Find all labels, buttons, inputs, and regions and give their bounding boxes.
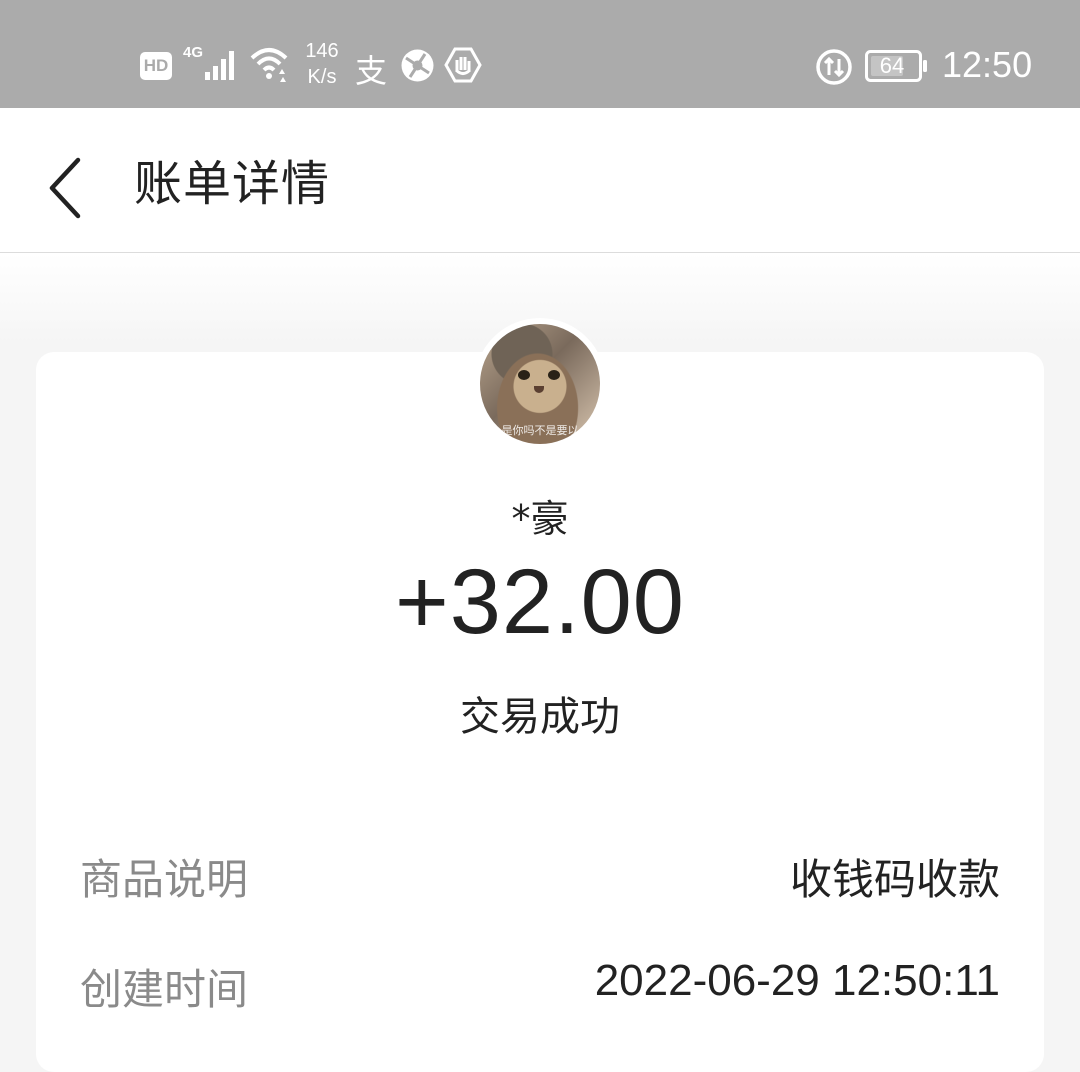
clock: 12:50 [942,44,1033,85]
hd-label: HD [143,56,169,75]
network-speed: 146 K/s [300,38,344,90]
data-saver-icon [815,48,853,86]
transaction-status: 交易成功 [460,694,620,740]
circle-app-icon [400,48,435,83]
chevron-left-icon [49,157,81,219]
detail-row-created-time: 创建时间 2022-06-29 12:50:11 [80,956,1000,1016]
detail-value: 收钱码收款 [789,855,1000,904]
wifi-icon [249,44,289,82]
alipay-glyph: 支 [355,52,388,90]
detail-label: 创建时间 [80,965,249,1014]
detail-label: 商品说明 [80,855,249,904]
avatar-nose [534,386,544,393]
detail-value: 2022-06-29 12:50:11 [594,956,1000,1005]
back-button[interactable] [34,152,98,224]
payer-name: *豪 [511,497,569,541]
hexagon-app-icon [444,46,482,84]
status-bar: HD 4G 146 K/s 支 64 12:50 [0,0,1080,108]
signal-icon [203,48,239,80]
speed-unit: K/s [307,66,337,88]
app-header: 账单详情 [0,108,1080,253]
page-title: 账单详情 [134,156,331,212]
payer-avatar[interactable]: 是你吗不是要以 [480,324,600,444]
transaction-amount: +32.00 [395,551,685,653]
detail-row-description: 商品说明 收钱码收款 [80,846,1000,906]
network-type-label: 4G [183,44,204,61]
alipay-icon: 支 [355,46,387,92]
avatar-caption: 是你吗不是要以 [501,424,579,437]
speed-value: 146 [305,40,339,62]
avatar-eye-left [518,370,530,380]
battery-level: 64 [879,53,905,78]
avatar-eye-right [548,370,560,380]
battery-icon: 64 [865,50,929,82]
hd-icon: HD [140,52,172,80]
